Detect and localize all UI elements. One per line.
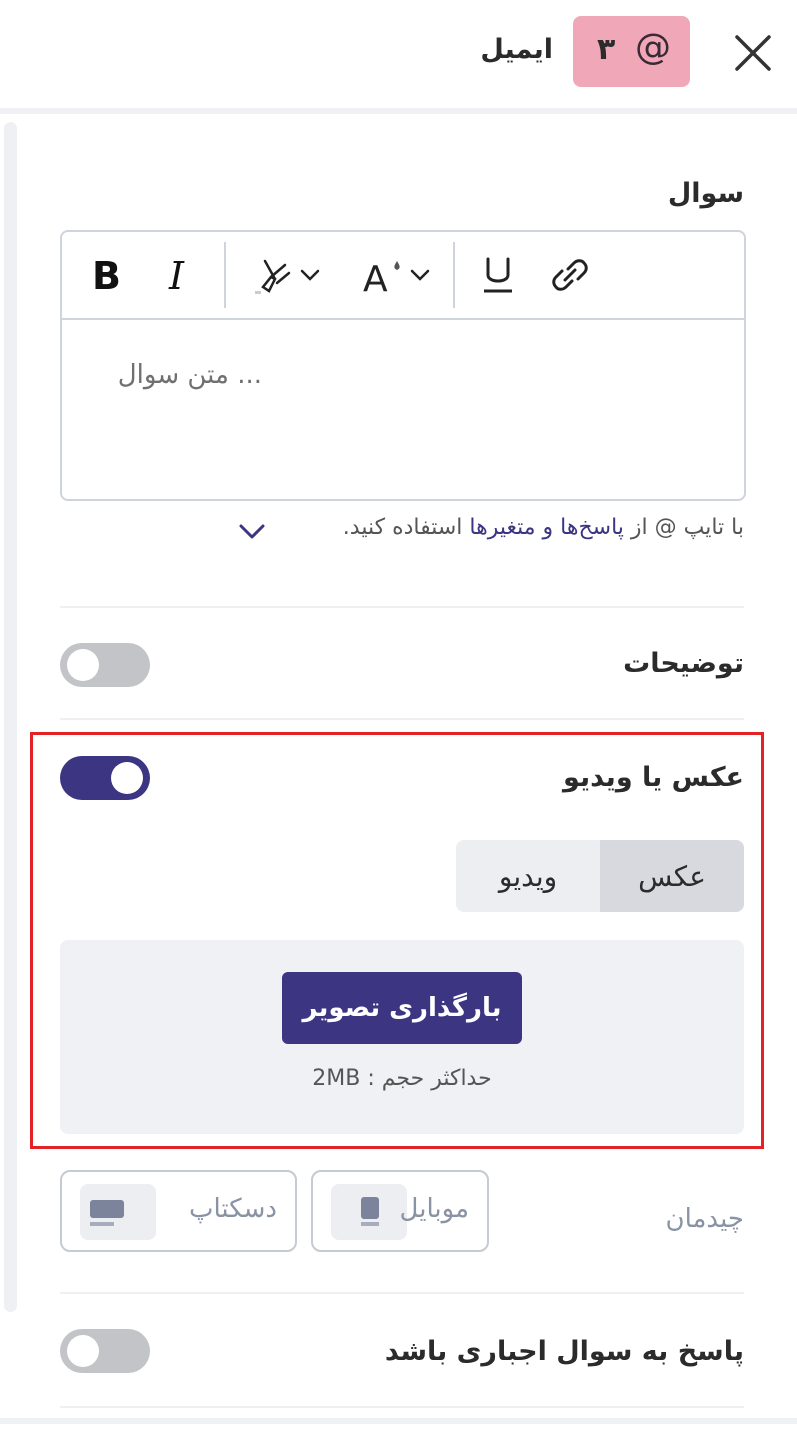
italic-icon: I — [168, 255, 185, 295]
description-toggle[interactable] — [60, 643, 150, 687]
highlight-button[interactable] — [242, 250, 328, 300]
editor-toolbar: B I A — [62, 232, 744, 320]
svg-text:A: A — [363, 259, 388, 297]
svg-text:B: B — [92, 255, 121, 295]
bold-icon: B — [92, 255, 121, 295]
description-label: توضیحات — [623, 648, 744, 679]
section-divider — [60, 606, 744, 608]
question-editor[interactable]: B I A ... متن سوال — [60, 230, 746, 501]
question-number: ۳ — [597, 32, 616, 67]
hint-expand-button[interactable] — [237, 519, 267, 545]
layout-label: چیدمان — [665, 1204, 744, 1234]
section-divider — [60, 1406, 744, 1408]
scrollbar[interactable] — [4, 122, 17, 1312]
text-color-icon: A — [363, 259, 400, 297]
layout-option-mobile[interactable]: موبایل — [311, 1170, 489, 1252]
italic-button[interactable]: I — [158, 250, 202, 300]
text-color-button[interactable]: A — [352, 250, 438, 300]
layout-option-label: موبایل — [399, 1194, 469, 1224]
layout-option-label: دسکتاپ — [189, 1194, 277, 1224]
svg-text:I: I — [168, 255, 185, 295]
bold-button[interactable]: B — [82, 250, 130, 300]
required-label: پاسخ به سوال اجباری باشد — [384, 1336, 744, 1367]
media-label: عکس یا ویدیو — [563, 762, 744, 793]
section-divider — [60, 718, 744, 720]
toolbar-separator — [224, 242, 226, 308]
section-divider — [60, 1292, 744, 1294]
media-type-selector: ویدیو عکس — [456, 840, 744, 912]
toggle-knob — [67, 1335, 99, 1367]
question-label: سوال — [667, 178, 744, 209]
media-toggle[interactable] — [60, 756, 150, 800]
upload-image-button[interactable]: بارگذاری تصویر — [282, 972, 522, 1044]
max-size-note: حداکثر حجم : 2MB — [312, 1066, 492, 1091]
underline-icon — [484, 257, 512, 293]
at-sign-icon: @ — [635, 27, 671, 68]
link-button[interactable] — [548, 250, 592, 300]
chevron-down-icon — [300, 269, 320, 281]
layout-option-desktop[interactable]: دسکتاپ — [60, 1170, 297, 1252]
question-type-title: ایمیل — [480, 34, 553, 65]
close-button[interactable] — [732, 32, 774, 74]
question-text-placeholder: ... متن سوال — [117, 360, 262, 390]
toolbar-separator — [453, 242, 455, 308]
underline-button[interactable] — [476, 250, 520, 300]
chevron-down-icon — [410, 269, 430, 281]
answers-variables-link[interactable]: پاسخ‌ها و متغیرها — [469, 515, 624, 540]
link-icon — [552, 259, 588, 291]
toggle-knob — [111, 762, 143, 794]
tab-photo[interactable]: عکس — [600, 840, 744, 912]
variables-hint: با تایپ @ از پاسخ‌ها و متغیرها استفاده ک… — [342, 515, 744, 540]
required-toggle[interactable] — [60, 1329, 150, 1373]
question-type-badge: @ ۳ — [573, 16, 690, 87]
highlighter-icon — [255, 259, 291, 294]
chevron-down-icon — [239, 524, 265, 539]
desktop-layout-icon — [80, 1184, 156, 1240]
footer-divider — [0, 1418, 797, 1424]
tab-video[interactable]: ویدیو — [456, 840, 600, 912]
toggle-knob — [67, 649, 99, 681]
close-icon — [735, 35, 771, 71]
mobile-layout-icon — [331, 1184, 407, 1240]
header-divider — [0, 108, 797, 114]
